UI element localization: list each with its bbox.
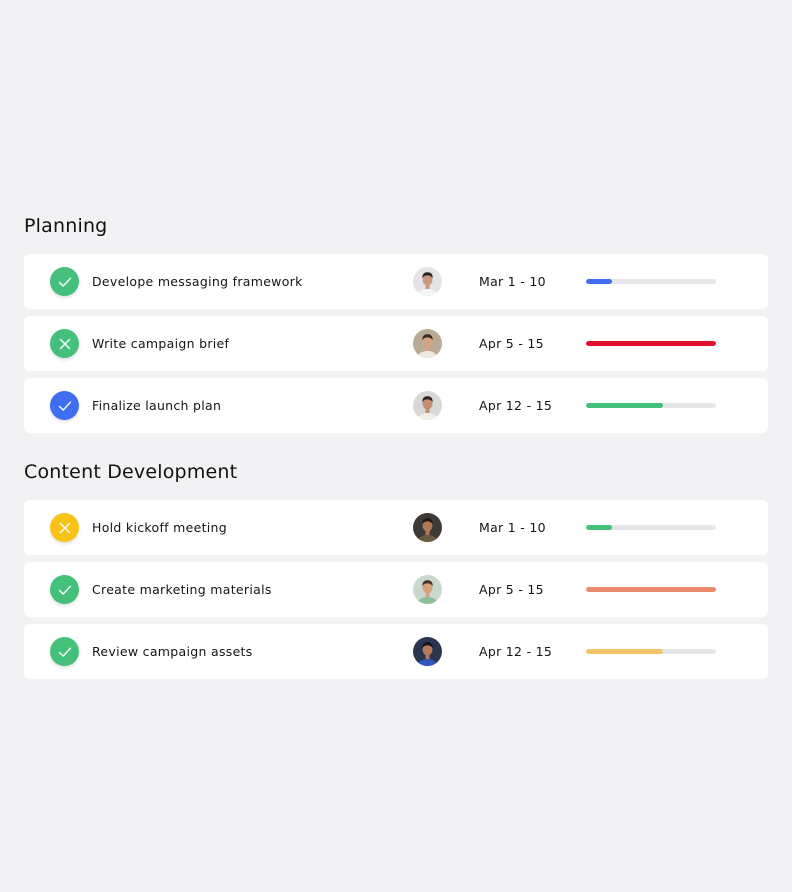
progress-bar — [586, 279, 716, 284]
check-icon[interactable] — [50, 267, 79, 296]
assignee-avatar[interactable] — [413, 329, 442, 358]
progress-bar — [586, 649, 716, 654]
progress-bar — [586, 587, 716, 592]
task-list: Hold kickoff meeting Mar 1 - 10 Create mar… — [24, 500, 768, 679]
progress-fill — [586, 341, 716, 346]
section-title: Content Development — [24, 461, 238, 483]
task-row[interactable]: Develope messaging framework Mar 1 - 10 — [24, 254, 768, 309]
task-dates: Apr 12 - 15 — [479, 398, 553, 413]
progress-fill — [586, 587, 716, 592]
check-icon[interactable] — [50, 391, 79, 420]
assignee-avatar[interactable] — [413, 513, 442, 542]
task-dates: Apr 5 - 15 — [479, 336, 544, 351]
section-title: Planning — [24, 215, 108, 237]
task-name: Develope messaging framework — [92, 274, 303, 289]
task-row[interactable]: Hold kickoff meeting Mar 1 - 10 — [24, 500, 768, 555]
close-icon[interactable] — [50, 513, 79, 542]
task-dates: Mar 1 - 10 — [479, 520, 546, 535]
task-row[interactable]: Review campaign assets Apr 12 - 15 — [24, 624, 768, 679]
task-row[interactable]: Create marketing materials Apr 5 - 15 — [24, 562, 768, 617]
progress-fill — [586, 649, 663, 654]
assignee-avatar[interactable] — [413, 391, 442, 420]
task-name: Create marketing materials — [92, 582, 272, 597]
progress-bar — [586, 341, 716, 346]
task-dates: Apr 5 - 15 — [479, 582, 544, 597]
task-list: Develope messaging framework Mar 1 - 10 Wr… — [24, 254, 768, 433]
assignee-avatar[interactable] — [413, 267, 442, 296]
task-dates: Apr 12 - 15 — [479, 644, 553, 659]
task-name: Review campaign assets — [92, 644, 253, 659]
progress-fill — [586, 279, 612, 284]
progress-bar — [586, 403, 716, 408]
assignee-avatar[interactable] — [413, 575, 442, 604]
check-icon[interactable] — [50, 637, 79, 666]
task-name: Hold kickoff meeting — [92, 520, 228, 535]
section-content-development: Content Development Hold kickoff meeting… — [24, 459, 768, 686]
section-planning: Planning Develope messaging framework Mar… — [24, 213, 768, 440]
task-dates: Mar 1 - 10 — [479, 274, 546, 289]
assignee-avatar[interactable] — [413, 637, 442, 666]
task-row[interactable]: Finalize launch plan Apr 12 - 15 — [24, 378, 768, 433]
progress-bar — [586, 525, 716, 530]
task-name: Write campaign brief — [92, 336, 230, 351]
close-icon[interactable] — [50, 329, 79, 358]
progress-fill — [586, 525, 612, 530]
progress-fill — [586, 403, 663, 408]
check-icon[interactable] — [50, 575, 79, 604]
task-name: Finalize launch plan — [92, 398, 222, 413]
task-row[interactable]: Write campaign brief Apr 5 - 15 — [24, 316, 768, 371]
page: { "sections": [ { "title": "Planning", "… — [0, 0, 792, 892]
